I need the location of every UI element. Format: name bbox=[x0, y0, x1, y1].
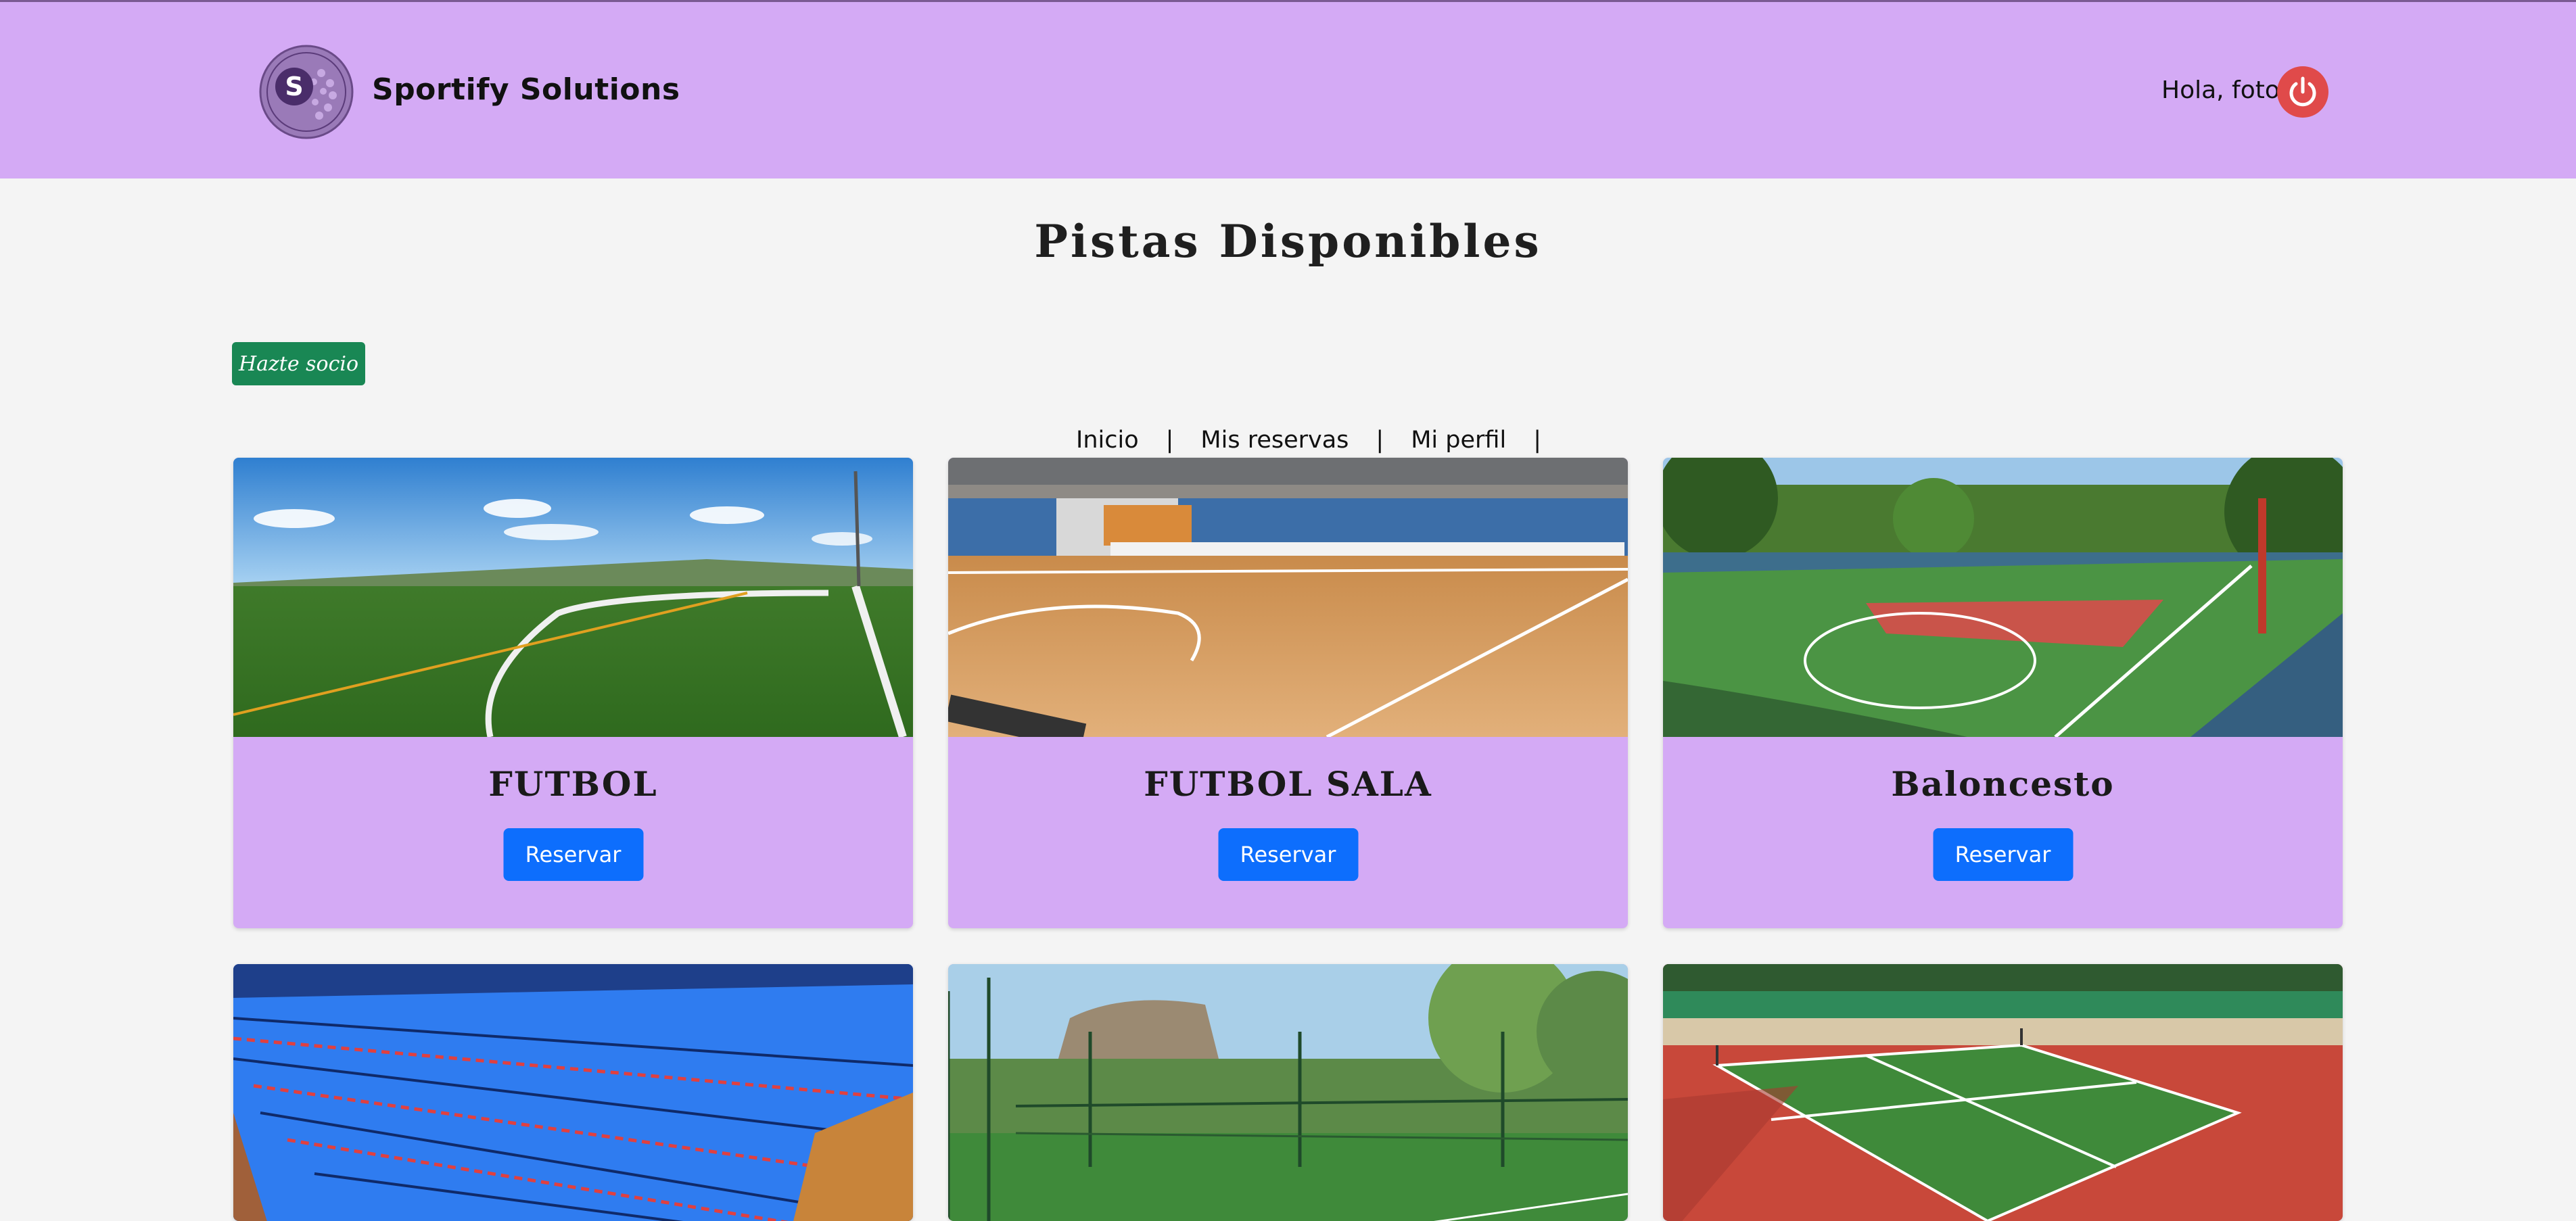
sportify-logo-icon[interactable]: S bbox=[257, 43, 356, 141]
reservar-button[interactable]: Reservar bbox=[1933, 828, 2073, 881]
brand-name: Sportify Solutions bbox=[372, 72, 680, 107]
football-field-image bbox=[233, 458, 913, 737]
court-title: FUTBOL bbox=[488, 764, 658, 804]
main-nav: Inicio | Mis reservas | Mi perfil | bbox=[1076, 425, 1541, 456]
court-card-padel bbox=[948, 964, 1628, 1221]
court-card-futbol-sala: FUTBOL SALA Reservar bbox=[948, 458, 1628, 928]
logout-button[interactable] bbox=[2277, 66, 2328, 118]
user-greeting: Hola, foto bbox=[2161, 76, 2280, 104]
court-title: FUTBOL SALA bbox=[1144, 764, 1432, 804]
court-card-baloncesto: Baloncesto Reservar bbox=[1663, 458, 2343, 928]
padel-court-image bbox=[948, 964, 1628, 1221]
hazte-socio-button[interactable]: Hazte socio bbox=[232, 342, 365, 385]
basketball-court-image bbox=[1663, 458, 2343, 737]
swimming-pool-image bbox=[233, 964, 913, 1221]
nav-inicio[interactable]: Inicio bbox=[1076, 427, 1139, 454]
nav-separator: | bbox=[1533, 427, 1541, 454]
indoor-court-image bbox=[948, 458, 1628, 737]
power-icon bbox=[2289, 76, 2316, 107]
nav-mis-reservas[interactable]: Mis reservas bbox=[1200, 427, 1349, 454]
nav-mi-perfil[interactable]: Mi perfil bbox=[1411, 427, 1506, 454]
page-title: Pistas Disponibles bbox=[1034, 215, 1542, 268]
card-body: FUTBOL SALA Reservar bbox=[948, 737, 1628, 928]
court-title: Baloncesto bbox=[1891, 764, 2115, 804]
tennis-court-image bbox=[1663, 964, 2343, 1221]
nav-separator: | bbox=[1165, 427, 1174, 454]
court-card-tenis bbox=[1663, 964, 2343, 1221]
card-body: Baloncesto Reservar bbox=[1663, 737, 2343, 928]
reservar-button[interactable]: Reservar bbox=[503, 828, 643, 881]
card-body: FUTBOL Reservar bbox=[233, 737, 913, 928]
svg-text:S: S bbox=[285, 72, 303, 101]
court-card-piscina bbox=[233, 964, 913, 1221]
nav-separator: | bbox=[1376, 427, 1384, 454]
top-header: S Sportify Solutions Hola, foto bbox=[0, 0, 2576, 178]
reservar-button[interactable]: Reservar bbox=[1218, 828, 1358, 881]
court-card-futbol: FUTBOL Reservar bbox=[233, 458, 913, 928]
